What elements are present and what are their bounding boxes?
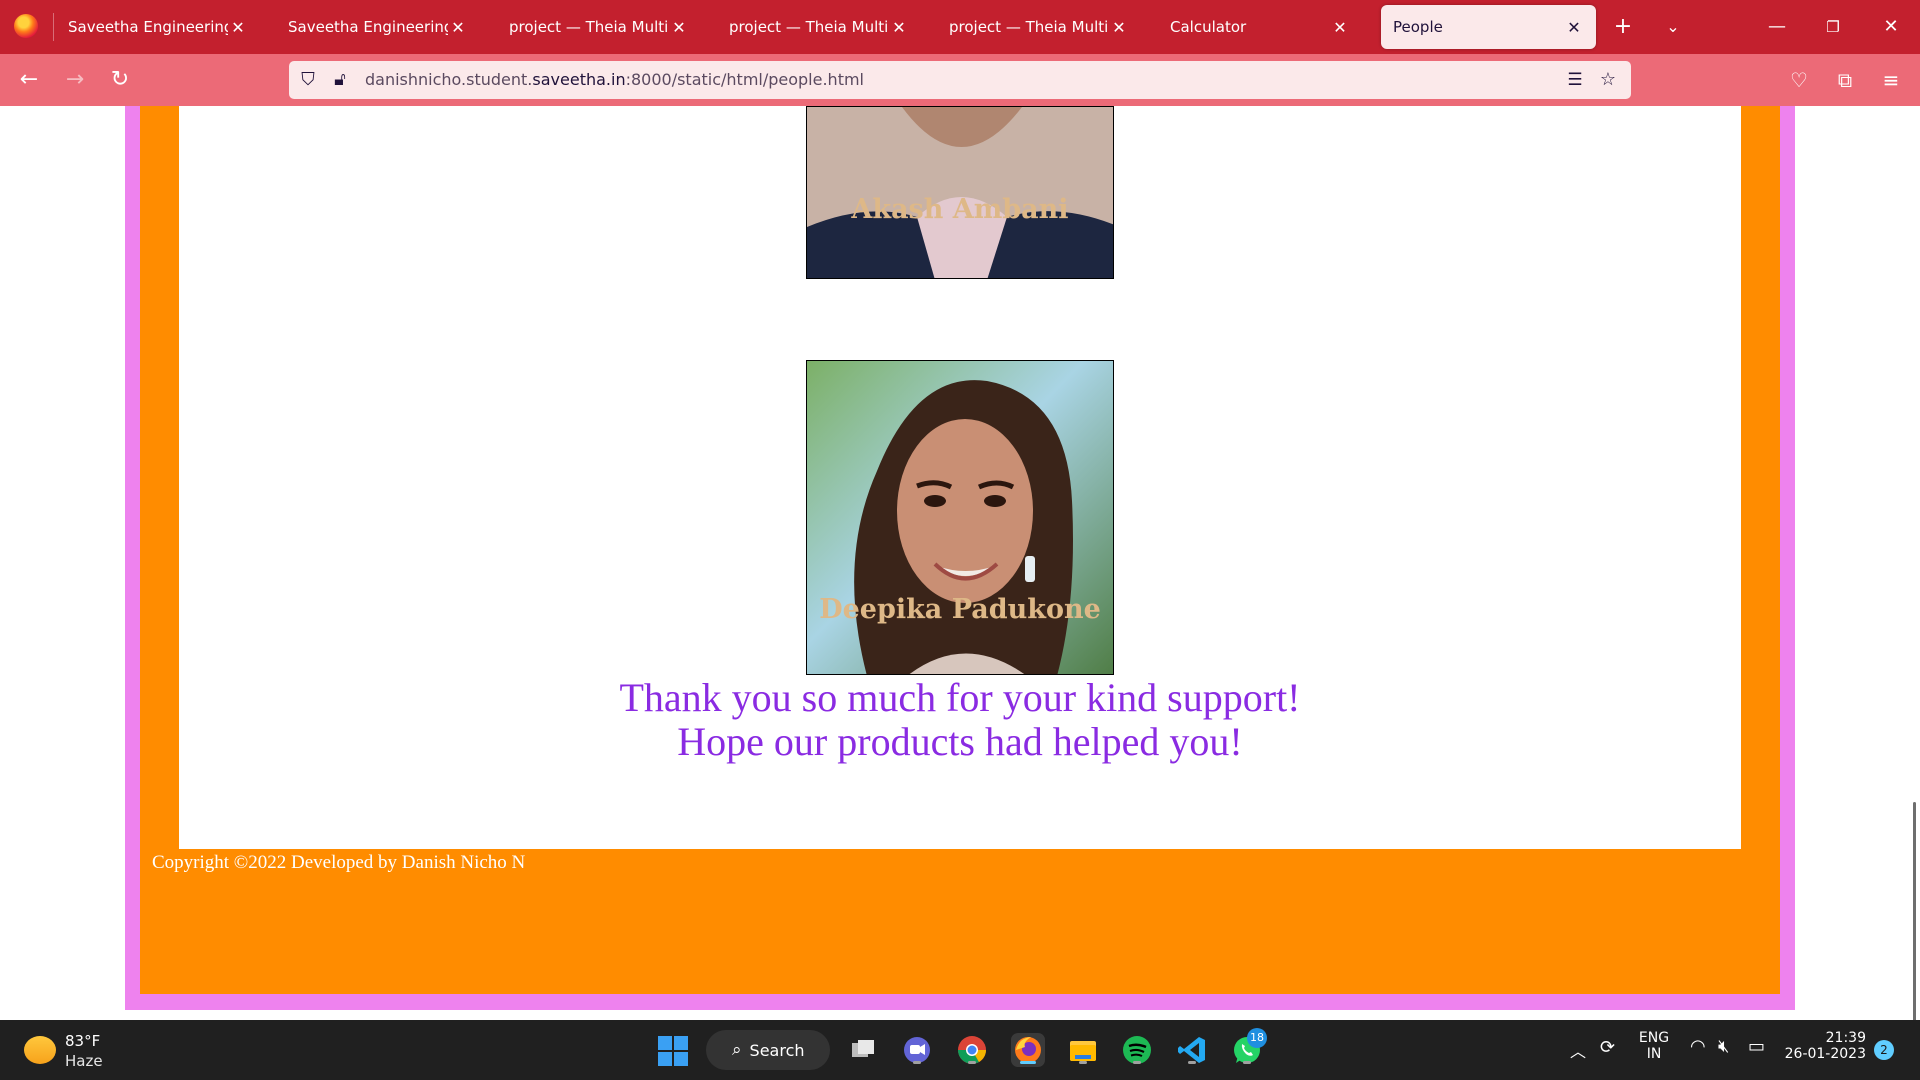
close-icon[interactable]: ✕ — [228, 18, 248, 37]
tab-theia-1[interactable]: project — Theia Multi-Lang ✕ — [497, 5, 701, 49]
chrome-icon[interactable] — [955, 1033, 989, 1067]
weather-haze-icon[interactable] — [24, 1036, 56, 1064]
tab-title: Saveetha Engineering Colle — [68, 18, 228, 36]
tab-theia-2[interactable]: project — Theia Multi-Lang ✕ — [717, 5, 921, 49]
start-tile — [674, 1052, 688, 1066]
task-view-graphic — [852, 1040, 874, 1057]
tab-title: project — Theia Multi-Lang — [509, 18, 669, 36]
window-close-icon[interactable]: ✕ — [1868, 10, 1914, 44]
app-running-indicator — [1133, 1061, 1141, 1064]
url-text[interactable]: danishnicho.student.saveetha.in:8000/sta… — [365, 70, 864, 89]
tab-title: Calculator — [1170, 18, 1247, 36]
page-scrollbar[interactable] — [1913, 802, 1916, 1020]
clock[interactable]: 21:39 26-01-2023 — [1780, 1030, 1866, 1062]
star-icon[interactable]: ☆ — [1597, 69, 1619, 91]
app-running-indicator — [1079, 1061, 1087, 1064]
person-photo-deepika — [806, 360, 1114, 675]
clock-time: 21:39 — [1825, 1030, 1866, 1046]
close-icon[interactable]: ✕ — [1330, 18, 1350, 37]
portrait-graphic — [807, 361, 1113, 674]
spotify-icon[interactable] — [1120, 1033, 1154, 1067]
sync-icon[interactable]: ⟳ — [1600, 1037, 1615, 1058]
tab-title: Saveetha Engineering Colle — [288, 18, 448, 36]
person-name: Deepika Padukone — [819, 594, 1101, 625]
teams-chat-icon[interactable] — [900, 1033, 934, 1067]
tab-title: project — Theia Multi-Lang — [949, 18, 1109, 36]
chevron-up-icon[interactable]: ︿ — [1570, 1038, 1586, 1062]
app-running-indicator — [1188, 1061, 1196, 1064]
wifi-icon[interactable]: ◠ — [1690, 1036, 1706, 1057]
url-domain: saveetha.in — [532, 70, 626, 89]
clock-date: 26-01-2023 — [1784, 1046, 1866, 1062]
language-indicator[interactable]: ENG IN — [1634, 1030, 1674, 1062]
hamburger-menu-icon[interactable]: ≡ — [1876, 65, 1906, 95]
app-active-indicator — [1020, 1061, 1036, 1064]
url-prefix: danishnicho.student. — [365, 70, 533, 89]
search-icon: ⌕ — [732, 1040, 742, 1060]
tab-title: project — Theia Multi-Lang — [729, 18, 889, 36]
back-arrow-icon[interactable]: ← — [14, 65, 44, 95]
firefox-logo-icon[interactable] — [14, 14, 38, 38]
file-explorer-icon[interactable] — [1066, 1033, 1100, 1067]
pocket-icon[interactable]: ♡ — [1784, 65, 1814, 95]
tab-bar: Saveetha Engineering Colle ✕ Saveetha En… — [0, 0, 1920, 54]
windows-taskbar: 83°F Haze ⌕ Search 18 ︿ ⟳ ENG IN ◠ 🔇︎ ▭ … — [0, 1020, 1920, 1080]
puzzle-icon[interactable]: ⧉ — [1830, 65, 1860, 95]
firefox-taskbar-icon[interactable] — [1011, 1033, 1045, 1067]
start-tile — [658, 1036, 672, 1050]
notification-count-badge: 18 — [1247, 1028, 1267, 1048]
minimize-icon[interactable]: — — [1754, 10, 1800, 44]
shield-icon[interactable]: ⛉ — [297, 69, 319, 91]
battery-icon[interactable]: ▭ — [1748, 1036, 1765, 1057]
weather-temperature[interactable]: 83°F — [65, 1032, 100, 1050]
close-icon[interactable]: ✕ — [1564, 18, 1584, 37]
restore-icon[interactable]: ❐ — [1810, 10, 1856, 44]
volume-muted-icon[interactable]: 🔇︎ — [1718, 1036, 1729, 1057]
notification-center-badge[interactable]: 2 — [1874, 1040, 1894, 1060]
thanks-message-line2: Hope our products had helped you! — [677, 719, 1243, 764]
tab-saveetha-2[interactable]: Saveetha Engineering Colle ✕ — [276, 5, 480, 49]
close-icon[interactable]: ✕ — [448, 18, 468, 37]
tab-theia-3[interactable]: project — Theia Multi-Lang ✕ — [937, 5, 1141, 49]
tab-separator — [53, 13, 54, 41]
tab-calculator[interactable]: Calculator ✕ — [1158, 5, 1362, 49]
start-tile — [658, 1052, 672, 1066]
language-code: ENG — [1638, 1030, 1670, 1046]
task-view-icon[interactable] — [846, 1033, 880, 1067]
reader-view-icon[interactable]: ☰ — [1564, 69, 1586, 91]
close-icon[interactable]: ✕ — [889, 18, 909, 37]
chevron-down-icon[interactable]: ⌄ — [1658, 12, 1688, 42]
reload-icon[interactable]: ↻ — [105, 65, 135, 95]
tab-people[interactable]: People ✕ — [1381, 5, 1596, 49]
start-tile — [674, 1036, 688, 1050]
person-photo-akash — [806, 106, 1114, 279]
thanks-message-line1: Thank you so much for your kind support! — [619, 675, 1301, 720]
region-code: IN — [1646, 1046, 1662, 1062]
search-label: Search — [749, 1040, 805, 1060]
weather-description[interactable]: Haze — [65, 1052, 103, 1070]
close-icon[interactable]: ✕ — [669, 18, 689, 37]
close-icon[interactable]: ✕ — [1109, 18, 1129, 37]
page-viewport: Akash Ambani Deepika Padukone Thank you … — [0, 106, 1920, 1020]
vscode-icon[interactable] — [1175, 1033, 1209, 1067]
tab-title: People — [1393, 18, 1443, 36]
forward-arrow-icon[interactable]: → — [60, 65, 90, 95]
windows-start-icon[interactable] — [658, 1036, 688, 1066]
lock-strikethrough-icon[interactable]: 🔓︎ — [329, 69, 351, 91]
url-bar[interactable]: ⛉ 🔓︎ danishnicho.student.saveetha.in:800… — [289, 61, 1631, 99]
url-suffix: :8000/static/html/people.html — [625, 70, 864, 89]
person-name: Akash Ambani — [851, 194, 1069, 225]
portrait-graphic — [807, 107, 1113, 278]
app-running-indicator — [968, 1061, 976, 1064]
tab-saveetha-1[interactable]: Saveetha Engineering Colle ✕ — [56, 5, 260, 49]
copyright-footer: Copyright ©2022 Developed by Danish Nich… — [152, 852, 526, 873]
navigation-toolbar: ← → ↻ ⛉ 🔓︎ danishnicho.student.saveetha.… — [0, 54, 1920, 106]
taskbar-search-button[interactable]: ⌕ Search — [706, 1030, 830, 1070]
app-running-indicator — [913, 1061, 921, 1064]
plus-icon[interactable]: + — [1608, 12, 1638, 42]
app-running-indicator — [1243, 1061, 1251, 1064]
